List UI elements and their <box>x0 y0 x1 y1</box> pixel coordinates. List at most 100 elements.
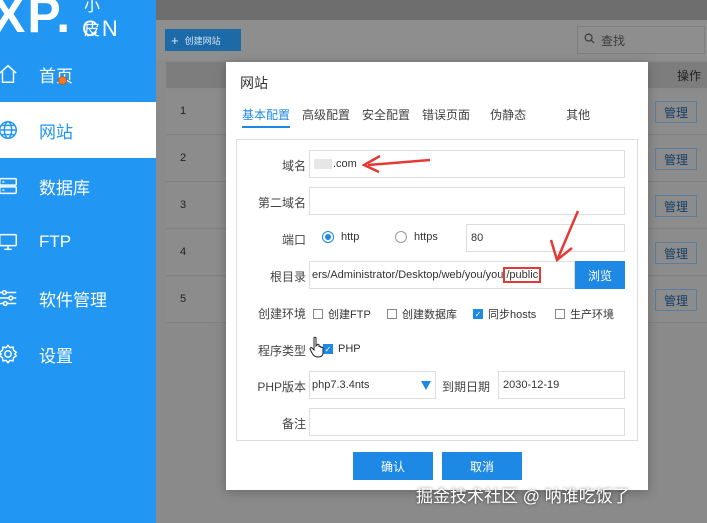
form-panel: 域名 .com 第二域名 端口 http https 80 根目录 ers/Ad… <box>236 139 638 441</box>
create-ftp-checkbox[interactable]: 创建FTP <box>313 306 371 322</box>
dialog-tabs: 基本配置 高级配置 安全配置 错误页面 伪静态 其他 <box>242 106 632 128</box>
create-database-label: 创建数据库 <box>402 309 457 321</box>
program-type-label: 程序类型 <box>257 344 306 358</box>
root-dir-value: ers/Administrator/Desktop/web/you/you <box>312 269 504 281</box>
tab-security[interactable]: 安全配置 <box>362 106 410 128</box>
sync-hosts-label: 同步hosts <box>488 309 537 321</box>
port-input[interactable]: 80 <box>466 224 625 252</box>
tab-error-pages[interactable]: 错误页面 <box>422 106 470 128</box>
website-dialog: 网站 基本配置 高级配置 安全配置 错误页面 伪静态 其他 域名 .com 第二… <box>226 62 648 490</box>
root-dir-row: 根目录 ers/Administrator/Desktop/web/you/yo… <box>237 261 639 291</box>
gear-icon <box>0 343 19 365</box>
dialog-title: 网站 <box>240 75 268 91</box>
watermark: 掘金技术社区 @ 呐谁吃饭了 <box>416 487 630 506</box>
dropdown-arrow-icon <box>421 381 431 390</box>
create-website-button[interactable]: + 创建网站 <box>165 29 241 51</box>
root-dir-input[interactable]: ers/Administrator/Desktop/web/you/you/pu… <box>309 261 575 289</box>
search-input[interactable]: 查找 <box>577 26 705 54</box>
logo-cn: CN <box>82 16 122 41</box>
cancel-button[interactable]: 取消 <box>442 452 522 480</box>
sidebar-item-database[interactable]: 数据库 <box>0 158 156 214</box>
tab-advanced[interactable]: 高级配置 <box>302 106 350 128</box>
sidebar-item-software[interactable]: 软件管理 <box>0 270 156 326</box>
sidebar-nav: 首页 网站 数据库 FTP 软件管理 设置 <box>0 46 156 382</box>
row-index: 2 <box>180 152 187 164</box>
row-index: 4 <box>180 246 187 258</box>
create-database-checkbox[interactable]: 创建数据库 <box>387 306 457 322</box>
second-domain-row: 第二域名 <box>237 187 639 217</box>
manage-button[interactable]: 管理 <box>655 289 697 311</box>
redacted-text <box>314 159 332 170</box>
sidebar-item-label: 设置 <box>39 346 73 366</box>
plus-icon: + <box>171 32 179 48</box>
globe-icon <box>0 119 19 141</box>
checkbox-icon <box>313 309 323 319</box>
hand-cursor-icon <box>309 336 324 358</box>
manage-button[interactable]: 管理 <box>655 148 697 170</box>
checkbox-checked-icon: ✓ <box>473 309 483 319</box>
row-index: 1 <box>180 105 187 117</box>
second-domain-label: 第二域名 <box>257 196 306 210</box>
http-radio[interactable]: http <box>322 231 359 243</box>
home-icon <box>0 63 19 85</box>
production-env-checkbox[interactable]: 生产环境 <box>555 306 614 322</box>
sidebar-item-label: FTP <box>39 232 72 251</box>
browse-button[interactable]: 浏览 <box>575 261 625 289</box>
expire-date-input[interactable]: 2030-12-19 <box>498 371 625 399</box>
expire-date-label: 到期日期 <box>442 380 491 394</box>
search-icon <box>584 33 595 47</box>
sidebar-item-settings[interactable]: 设置 <box>0 326 156 382</box>
tab-basic[interactable]: 基本配置 <box>242 106 291 128</box>
sidebar-item-label: 首页 <box>39 66 73 86</box>
tab-other[interactable]: 其他 <box>566 106 590 128</box>
second-domain-input[interactable] <box>309 187 625 215</box>
create-website-label: 创建网站 <box>184 35 221 46</box>
tab-rewrite[interactable]: 伪静态 <box>490 106 526 128</box>
sidebar-item-ftp[interactable]: FTP <box>0 214 156 270</box>
php-checkbox[interactable]: ✓ PHP <box>323 343 361 355</box>
database-icon <box>0 175 19 197</box>
program-type-row: 程序类型 ✓ PHP <box>237 335 639 365</box>
radio-unselected-icon <box>395 231 407 243</box>
sync-hosts-checkbox[interactable]: ✓ 同步hosts <box>473 306 536 322</box>
php-version-select[interactable]: php7.3.4nts <box>309 371 436 399</box>
php-version-label: PHP版本 <box>257 380 306 394</box>
https-label: https <box>414 231 438 243</box>
checkbox-icon <box>555 309 565 319</box>
manage-button[interactable]: 管理 <box>655 195 697 217</box>
root-dir-label: 根目录 <box>269 270 306 284</box>
php-version-value: php7.3.4nts <box>312 379 370 391</box>
production-env-label: 生产环境 <box>570 309 614 321</box>
top-bar <box>156 0 707 20</box>
confirm-button[interactable]: 确认 <box>353 452 433 480</box>
sidebar-item-label: 数据库 <box>39 178 90 198</box>
create-ftp-label: 创建FTP <box>328 309 371 321</box>
ops-column-header: 操作 <box>676 69 701 83</box>
port-label: 端口 <box>281 233 306 247</box>
row-index: 3 <box>180 199 187 211</box>
note-row: 备注 <box>237 408 639 438</box>
http-label: http <box>341 231 360 243</box>
notification-dot <box>58 76 67 85</box>
sidebar-item-label: 软件管理 <box>39 290 107 310</box>
note-input[interactable] <box>309 408 625 436</box>
domain-input[interactable]: .com <box>309 150 625 178</box>
sidebar: XP. 小皮 CN 首页 网站 数据库 FTP 软件管理 设置 <box>0 0 156 523</box>
domain-row: 域名 .com <box>237 150 639 180</box>
search-label: 查找 <box>601 33 626 48</box>
note-label: 备注 <box>281 417 306 431</box>
checkbox-icon <box>387 309 397 319</box>
root-dir-highlight: /public <box>503 267 542 283</box>
sidebar-item-home[interactable]: 首页 <box>0 46 156 102</box>
https-radio[interactable]: https <box>395 231 438 243</box>
port-row: 端口 http https 80 <box>237 224 639 254</box>
environment-label: 创建环境 <box>257 307 306 321</box>
manage-button[interactable]: 管理 <box>655 101 697 123</box>
ftp-icon <box>0 231 19 253</box>
sliders-icon <box>0 287 19 309</box>
php-version-row: PHP版本 php7.3.4nts 到期日期 2030-12-19 <box>237 371 639 401</box>
php-label: PHP <box>338 343 361 355</box>
sidebar-item-website[interactable]: 网站 <box>0 102 156 158</box>
logo-main: XP. <box>0 0 73 43</box>
manage-button[interactable]: 管理 <box>655 242 697 264</box>
